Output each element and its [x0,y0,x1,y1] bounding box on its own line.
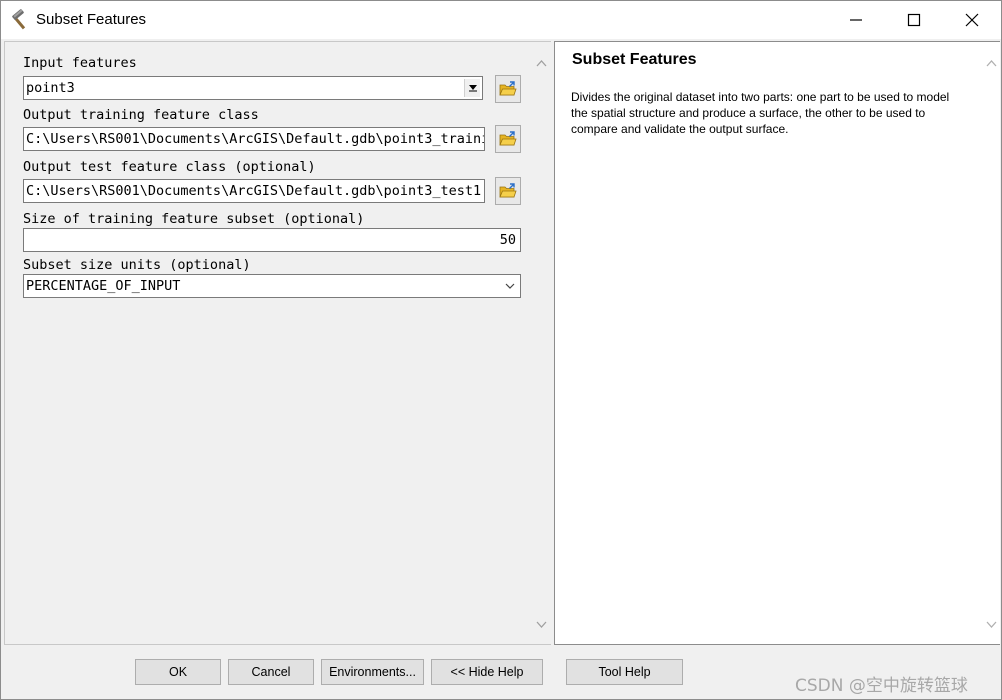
subset-units-select[interactable]: PERCENTAGE_OF_INPUT [23,274,521,298]
title-bar[interactable]: Subset Features [1,1,1001,39]
maximize-icon [907,13,921,27]
input-features-combobox[interactable]: point3 [23,76,483,100]
open-folder-icon [499,183,517,198]
minimize-button[interactable] [827,1,885,39]
watermark: CSDN @空中旋转篮球 [795,676,968,696]
window-title: Subset Features [36,11,147,28]
scroll-down-icon[interactable] [536,621,547,629]
subset-size-input[interactable]: 50 [23,228,521,252]
tool-help-button[interactable]: Tool Help [566,659,683,685]
subset-features-dialog: Subset Features Input features point3 Ou… [0,0,1002,700]
chevron-down-icon[interactable] [504,277,516,295]
parameters-scrollbar[interactable] [533,42,550,644]
subset-units-label: Subset size units (optional) [23,257,251,273]
help-pane: Subset Features Divides the original dat… [554,41,1000,645]
input-features-label: Input features [23,55,137,71]
hammer-icon [9,9,31,31]
browse-output-test-button[interactable] [495,177,521,205]
help-title: Subset Features [572,51,697,68]
scroll-up-icon[interactable] [536,59,547,67]
browse-output-training-button[interactable] [495,125,521,153]
close-icon [965,13,979,27]
scroll-down-icon[interactable] [986,621,997,629]
output-training-label: Output training feature class [23,107,259,123]
output-test-label: Output test feature class (optional) [23,159,316,175]
minimize-icon [850,19,862,21]
scroll-up-icon[interactable] [986,59,997,67]
help-scrollbar[interactable] [983,42,1000,644]
output-test-input[interactable]: C:\Users\RS001\Documents\ArcGIS\Default.… [23,179,485,203]
open-folder-icon [499,81,517,96]
environments-button[interactable]: Environments... [321,659,424,685]
cancel-button[interactable]: Cancel [228,659,314,685]
ok-button[interactable]: OK [135,659,221,685]
dropdown-arrow-icon[interactable] [464,79,480,97]
browse-input-features-button[interactable] [495,75,521,103]
parameters-pane: Input features point3 Output training fe… [4,41,551,645]
subset-size-label: Size of training feature subset (optiona… [23,211,365,227]
help-description: Divides the original dataset into two pa… [571,90,950,136]
open-folder-icon [499,131,517,146]
hide-help-button[interactable]: << Hide Help [431,659,543,685]
subset-units-value: PERCENTAGE_OF_INPUT [26,278,181,294]
maximize-button[interactable] [885,1,943,39]
output-training-input[interactable]: C:\Users\RS001\Documents\ArcGIS\Default.… [23,127,485,151]
input-features-value: point3 [26,80,75,96]
close-button[interactable] [943,1,1001,39]
